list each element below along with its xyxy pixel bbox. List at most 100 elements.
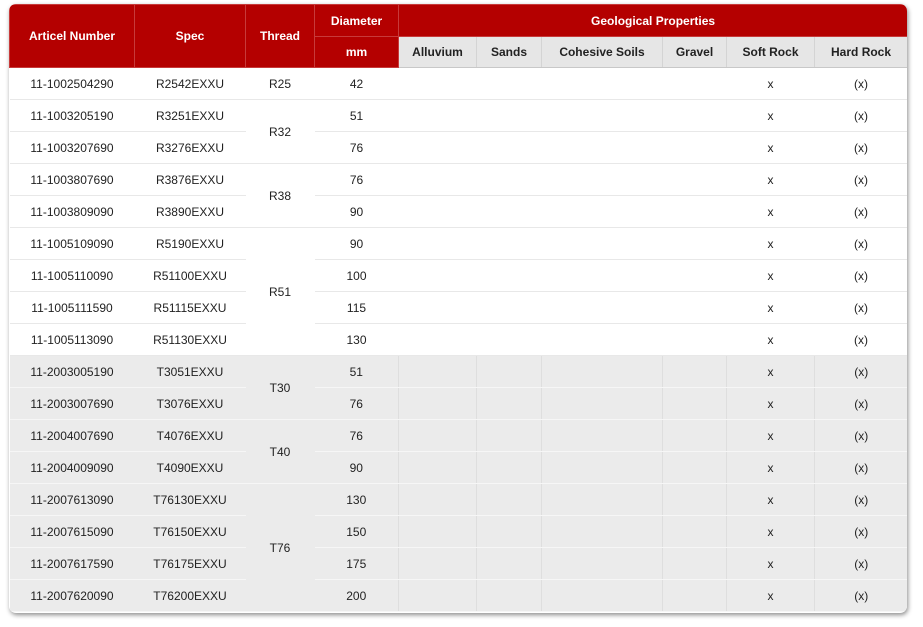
alluvium-cell: [398, 387, 477, 420]
diameter-cell: 51: [314, 355, 399, 388]
header-article-number: Articel Number: [9, 4, 135, 68]
soft-rock-cell: x: [726, 259, 815, 292]
thread-cell: R32: [245, 99, 315, 164]
cohesive-soils-cell: [541, 323, 663, 356]
spec-cell: T3076EXXU: [134, 387, 246, 420]
spec-cell: R3890EXXU: [134, 195, 246, 228]
article-number-cell: 11-1003205190: [9, 99, 135, 132]
soft-rock-cell: x: [726, 99, 815, 132]
article-number-cell: 11-2004007690: [9, 419, 135, 452]
diameter-cell: 90: [314, 451, 399, 484]
spec-cell: T76175EXXU: [134, 547, 246, 580]
alluvium-cell: [398, 99, 477, 132]
sands-cell: [476, 323, 542, 356]
gravel-cell: [662, 387, 727, 420]
header-diameter: Diameter: [314, 4, 399, 37]
cohesive-soils-cell: [541, 195, 663, 228]
article-number-cell: 11-1005113090: [9, 323, 135, 356]
diameter-cell: 200: [314, 579, 399, 612]
table-row: 11-1005113090 R51130EXXU 130 x (x): [9, 323, 907, 356]
alluvium-cell: [398, 579, 477, 612]
hard-rock-cell: (x): [814, 323, 907, 356]
table-row: 11-2004007690 T4076EXXU T40 76 x (x): [9, 419, 907, 484]
header-thread: Thread: [245, 4, 315, 68]
gravel-cell: [662, 451, 727, 484]
spec-cell: R51100EXXU: [134, 259, 246, 292]
gravel-cell: [662, 195, 727, 228]
soft-rock-cell: x: [726, 483, 815, 516]
gravel-cell: [662, 515, 727, 548]
thread-cell: R51: [245, 227, 315, 356]
header-gravel: Gravel: [662, 36, 727, 68]
header-geological-properties: Geological Properties: [397, 4, 907, 37]
gravel-cell: [662, 547, 727, 580]
article-number-cell: 11-1003207690: [9, 131, 135, 164]
spec-cell: T4076EXXU: [134, 419, 246, 452]
thread-cell: T76: [245, 483, 315, 612]
table-row: 11-1005110090 R51100EXXU 100 x (x): [9, 259, 907, 292]
sands-cell: [476, 515, 542, 548]
article-number-cell: 11-2007617590: [9, 547, 135, 580]
spec-cell: R3876EXXU: [134, 163, 246, 196]
thread-cell: T40: [245, 419, 315, 484]
sands-cell: [476, 131, 542, 164]
soft-rock-cell: x: [726, 291, 815, 324]
sands-cell: [476, 163, 542, 196]
cohesive-soils-cell: [541, 227, 663, 260]
cohesive-soils-cell: [541, 163, 663, 196]
diameter-cell: 76: [314, 387, 399, 420]
table-row: 11-2007620090 T76200EXXU 200 x (x): [9, 579, 907, 612]
table-row: 11-1003207690 R3276EXXU 76 x (x): [9, 131, 907, 164]
article-number-cell: 11-2007615090: [9, 515, 135, 548]
article-number-cell: 11-2004009090: [9, 451, 135, 484]
alluvium-cell: [398, 451, 477, 484]
hard-rock-cell: (x): [814, 131, 907, 164]
soft-rock-cell: x: [726, 227, 815, 260]
spec-cell: R51115EXXU: [134, 291, 246, 324]
diameter-cell: 42: [314, 67, 399, 100]
sands-cell: [476, 227, 542, 260]
spec-cell: T3051EXXU: [134, 355, 246, 388]
diameter-cell: 76: [314, 163, 399, 196]
alluvium-cell: [398, 483, 477, 516]
cohesive-soils-cell: [541, 355, 663, 388]
thread-cell: R25: [245, 67, 315, 100]
gravel-cell: [662, 419, 727, 452]
diameter-cell: 130: [314, 323, 399, 356]
hard-rock-cell: (x): [814, 291, 907, 324]
soft-rock-cell: x: [726, 355, 815, 388]
cohesive-soils-cell: [541, 259, 663, 292]
table-header: Articel Number Spec Thread Diameter Geol…: [9, 4, 907, 68]
table-row: 11-1003205190 R3251EXXU R32 51 x (x): [9, 99, 907, 164]
gravel-cell: [662, 579, 727, 612]
soft-rock-cell: x: [726, 515, 815, 548]
spec-cell: R3276EXXU: [134, 131, 246, 164]
soft-rock-cell: x: [726, 451, 815, 484]
sands-cell: [476, 259, 542, 292]
alluvium-cell: [398, 67, 477, 100]
hard-rock-cell: (x): [813, 579, 907, 612]
alluvium-cell: [398, 291, 477, 324]
product-table: Articel Number Spec Thread Diameter Geol…: [9, 4, 907, 612]
hard-rock-cell: (x): [813, 515, 907, 548]
soft-rock-cell: x: [726, 131, 815, 164]
cohesive-soils-cell: [541, 291, 663, 324]
hard-rock-cell: (x): [813, 483, 907, 516]
soft-rock-cell: x: [726, 547, 815, 580]
gravel-cell: [662, 323, 727, 356]
table-row: 11-1003807690 R3876EXXU R38 76 x (x): [9, 163, 907, 228]
article-number-cell: 11-2003007690: [9, 387, 135, 420]
gravel-cell: [662, 163, 727, 196]
table-row: 11-2007617590 T76175EXXU 175 x (x): [9, 547, 907, 580]
cohesive-soils-cell: [541, 515, 663, 548]
hard-rock-cell: (x): [814, 99, 907, 132]
gravel-cell: [662, 259, 727, 292]
article-number-cell: 11-1003809090: [9, 195, 135, 228]
alluvium-cell: [398, 515, 477, 548]
header-soft-rock: Soft Rock: [726, 36, 815, 68]
hard-rock-cell: (x): [813, 547, 907, 580]
spec-cell: T76200EXXU: [134, 579, 246, 612]
table-body: 11-1002504290 R2542EXXU R25 42 x (x) 11-100320…: [9, 67, 907, 612]
alluvium-cell: [398, 547, 477, 580]
article-number-cell: 11-1003807690: [9, 163, 135, 196]
